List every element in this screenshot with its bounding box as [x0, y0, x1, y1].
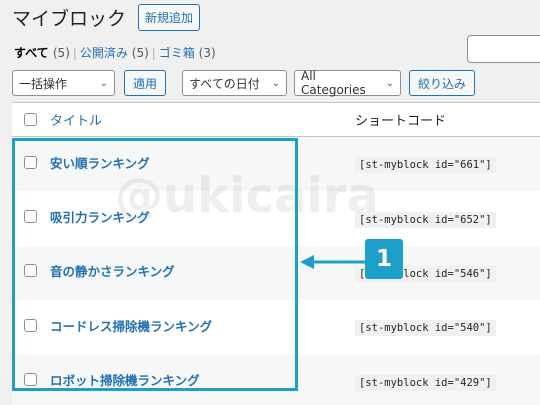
- column-title[interactable]: タイトル: [50, 110, 355, 129]
- shortcode: [st-myblock id="429"]: [355, 374, 496, 391]
- tablenav: 一括操作 ⌄ 適用 すべての日付 ⌄ All Categories ⌄ 絞り込み: [12, 69, 476, 97]
- filter-trash[interactable]: ゴミ箱 (3): [159, 46, 216, 60]
- search-input[interactable]: [467, 35, 540, 63]
- page-header: マイブロック 新規追加: [12, 4, 201, 31]
- filter-button[interactable]: 絞り込み: [409, 70, 476, 96]
- column-shortcode: ショートコード: [355, 114, 447, 129]
- bulk-action-select[interactable]: 一括操作 ⌄: [12, 70, 115, 96]
- page-title: マイブロック: [12, 8, 127, 30]
- annotation-highlight-box: [12, 138, 298, 391]
- annotation-number-badge: 1: [365, 239, 403, 279]
- filter-all[interactable]: すべて (5): [14, 46, 70, 60]
- date-filter-select[interactable]: すべての日付 ⌄: [182, 70, 288, 96]
- add-new-button[interactable]: 新規追加: [138, 4, 201, 31]
- chevron-down-icon: ⌄: [385, 77, 395, 89]
- category-filter-select[interactable]: All Categories ⌄: [294, 69, 402, 97]
- separator: |: [151, 46, 156, 60]
- select-all-checkbox[interactable]: [24, 113, 37, 126]
- separator: |: [72, 46, 77, 60]
- filter-published[interactable]: 公開済み (5): [80, 46, 149, 60]
- status-filter-links: すべて (5) | 公開済み (5) | ゴミ箱 (3): [14, 44, 216, 61]
- apply-button[interactable]: 適用: [124, 70, 167, 96]
- chevron-down-icon: ⌄: [99, 77, 108, 89]
- chevron-down-icon: ⌄: [271, 77, 281, 89]
- annotation-arrow-icon: [300, 255, 365, 269]
- shortcode: [st-myblock id="540"]: [355, 320, 496, 337]
- table-header: タイトル ショートコード: [12, 103, 540, 137]
